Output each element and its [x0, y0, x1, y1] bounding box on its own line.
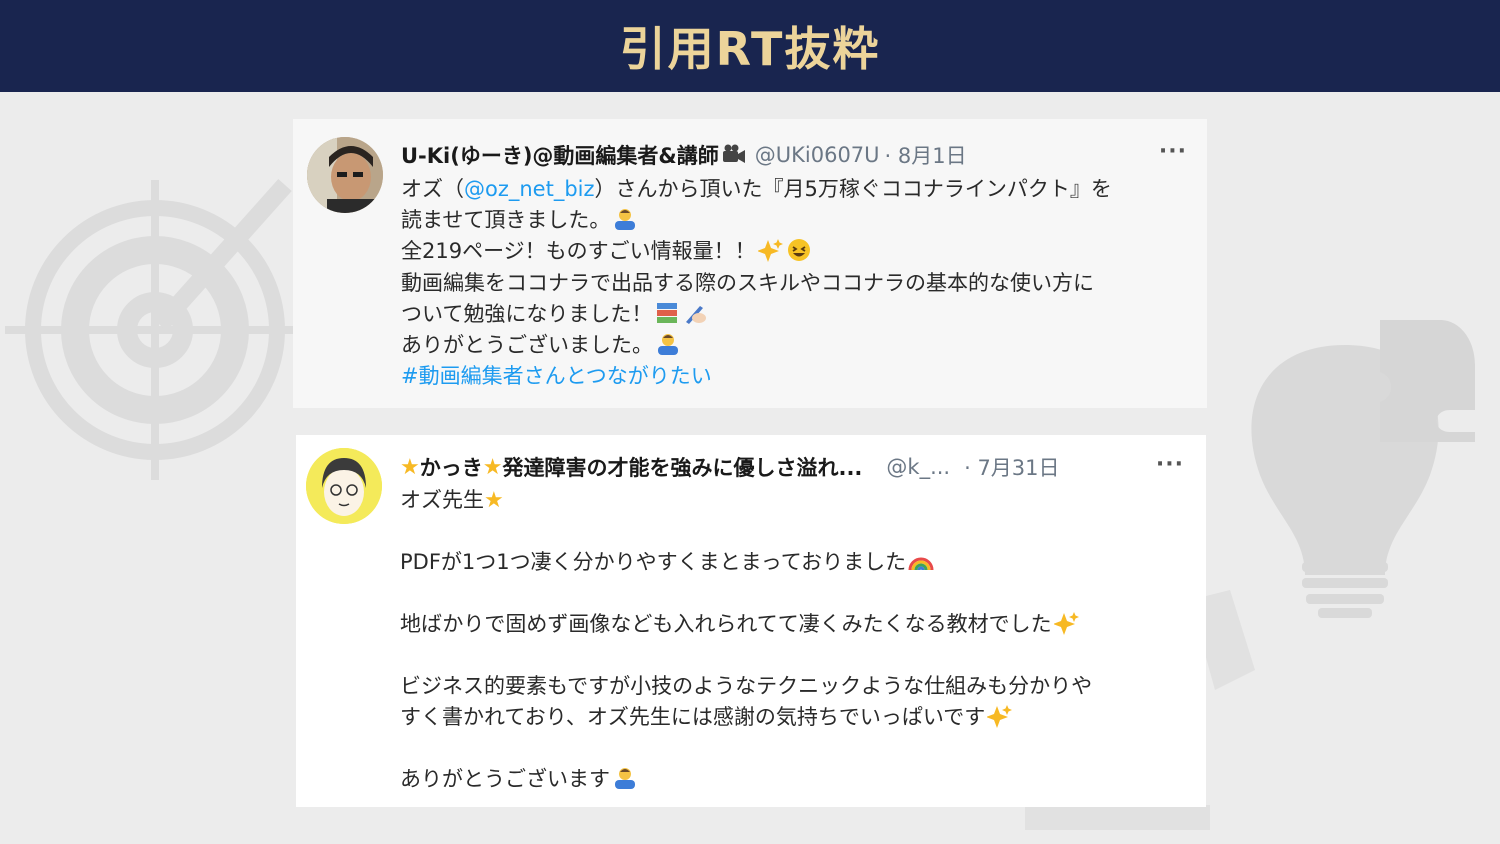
sparkles-icon — [1053, 612, 1079, 635]
tweet-header: ★ かっき ★ 発達障害の才能を強みに優しさ溢れ... @k_... · 7月3… — [400, 452, 1060, 482]
sparkles-icon — [757, 239, 783, 263]
tweet-line: すく書かれており、オズ先生には感謝の気持ちでいっぱいです — [400, 702, 1190, 733]
author-bio-name[interactable]: 発達障害の才能を強みに優しさ溢れ... — [502, 452, 862, 482]
tweet-text: オズ（@oz_net_biz）さんから頂いた『月5万稼ぐココナラインパクト』を … — [401, 174, 1191, 392]
avatar[interactable] — [307, 137, 383, 213]
star-icon: ★ — [484, 488, 504, 513]
tweet-date[interactable]: · 8月1日 — [885, 140, 967, 170]
more-options-icon[interactable]: ··· — [1156, 452, 1184, 477]
video-camera-icon — [722, 144, 745, 163]
author-name[interactable]: かっき — [420, 452, 483, 482]
tweet-text: オズ先生★ PDFが1つ1つ凄く分かりやすくまとまっておりました 地ばかりで固め… — [400, 485, 1190, 795]
tweet-line: ありがとうございました。 — [401, 330, 1191, 361]
tweet-line: 読ませて頂きました。 — [401, 205, 1191, 236]
star-icon: ★ — [400, 454, 420, 480]
avatar[interactable] — [306, 448, 382, 524]
puzzle-icon — [1380, 320, 1475, 442]
bowing-person-icon — [615, 768, 635, 789]
tweet-header: U-Ki(ゆーき)@動画編集者&講師 @UKi0607U · 8月1日 — [401, 140, 967, 170]
tweet-line: ついて勉強になりました！ — [401, 299, 1191, 330]
tweet-card[interactable]: U-Ki(ゆーき)@動画編集者&講師 @UKi0607U · 8月1日 ··· … — [293, 119, 1207, 408]
tweet-line: オズ（@oz_net_biz）さんから頂いた『月5万稼ぐココナラインパクト』を — [401, 177, 1112, 201]
rainbow-icon — [908, 557, 934, 571]
more-options-icon[interactable]: ··· — [1159, 139, 1187, 164]
tweet-line: PDFが1つ1つ凄く分かりやすくまとまっておりました — [400, 547, 1190, 578]
author-name[interactable]: U-Ki(ゆーき)@動画編集者&講師 — [401, 140, 719, 170]
sparkles-icon — [987, 705, 1013, 728]
writing-hand-icon — [686, 305, 707, 324]
tweet-date[interactable]: · 7月31日 — [964, 452, 1059, 482]
tweet-line: ビジネス的要素もですが小技のようなテクニックような仕組みも分かりや — [400, 674, 1093, 698]
tweet-line: 動画編集をココナラで出品する際のスキルやココナラの基本的な使い方に — [401, 270, 1094, 295]
target-icon — [5, 179, 300, 480]
tweet-line: ありがとうございます — [400, 764, 1190, 795]
tweet-card[interactable]: ★ かっき ★ 発達障害の才能を強みに優しさ溢れ... @k_... · 7月3… — [296, 435, 1206, 807]
tweet-line: オズ先生★ — [400, 488, 504, 513]
star-icon: ★ — [482, 454, 503, 480]
author-handle[interactable]: @k_... — [886, 455, 950, 479]
bowing-person-icon — [615, 209, 636, 231]
author-handle[interactable]: @UKi0607U — [755, 143, 880, 167]
bowing-person-icon — [658, 334, 678, 356]
slide-header: 引用RT抜粋 — [0, 0, 1500, 92]
books-icon — [657, 302, 678, 323]
slide-title: 引用RT抜粋 — [619, 22, 881, 76]
mention-link[interactable]: @oz_net_biz — [464, 177, 595, 201]
grinning-face-icon — [787, 239, 810, 262]
hashtag-link[interactable]: #動画編集者さんとつながりたい — [401, 361, 1191, 392]
tweet-line: 地ばかりで固めず画像なども入れられてて凄くみたくなる教材でした — [400, 609, 1190, 640]
tweet-line: 全219ページ！ものすごい情報量！！ — [401, 236, 1191, 267]
